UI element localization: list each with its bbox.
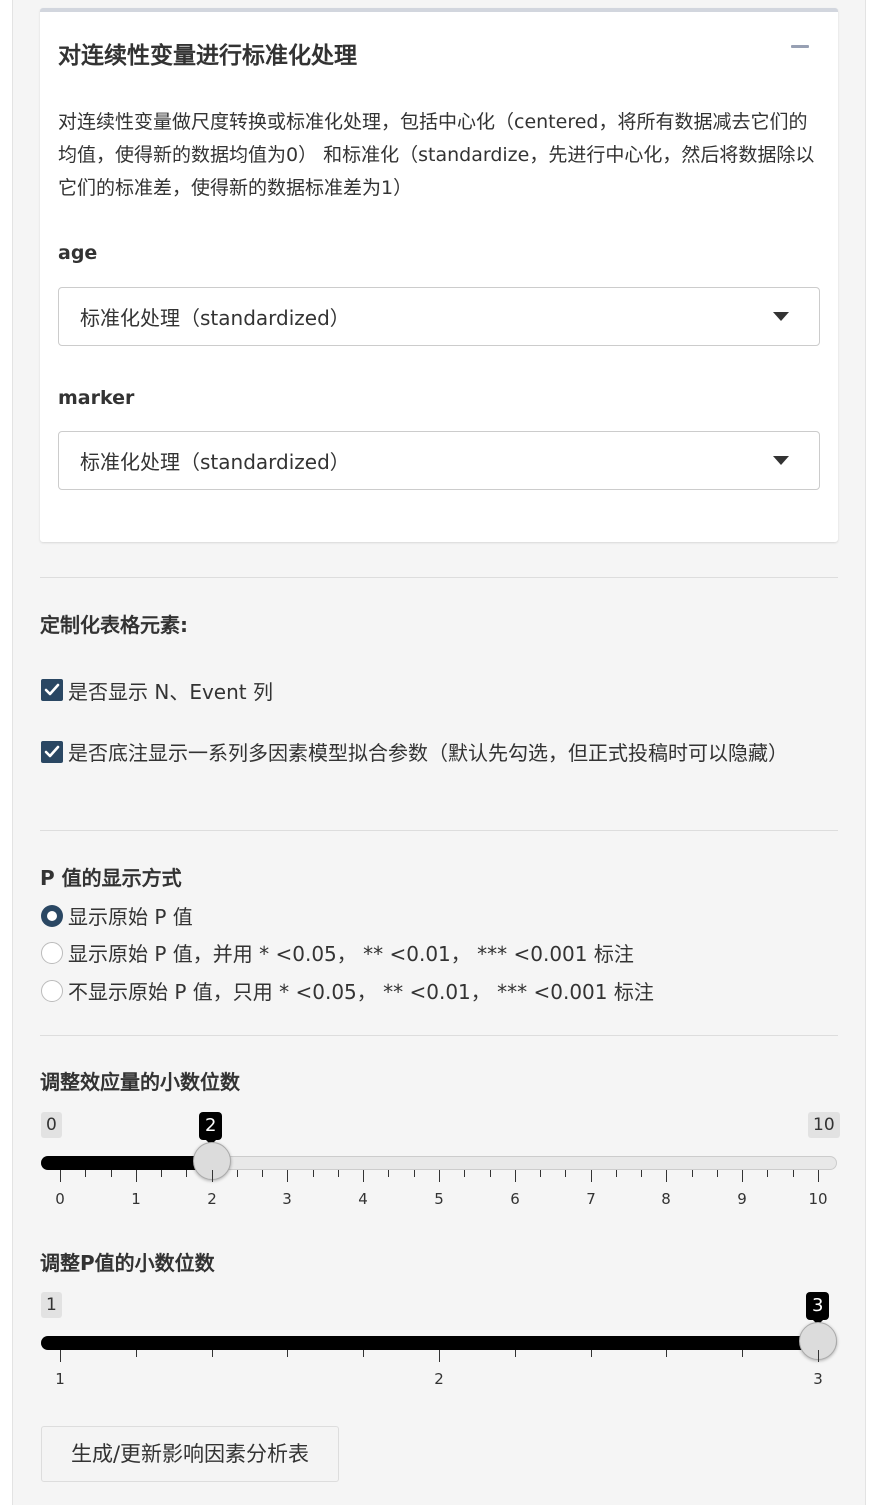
tick-label: 8	[661, 1190, 671, 1208]
p-display-title: P 值的显示方式	[40, 866, 182, 890]
tick-minor	[641, 1170, 642, 1177]
effect-slider-max: 10	[808, 1112, 840, 1138]
generate-table-button[interactable]: 生成/更新影响因素分析表	[41, 1426, 339, 1482]
effect-slider-min: 0	[41, 1112, 62, 1138]
effect-slider-fill	[41, 1156, 219, 1170]
tick-label: 0	[55, 1190, 65, 1208]
tick-label: 5	[434, 1190, 444, 1208]
p-display-option-stars-only: 不显示原始 P 值，只用 * <0.05， ** <0.01， *** <0.0…	[68, 980, 654, 1004]
tick-label: 10	[808, 1190, 828, 1208]
tick-major	[439, 1350, 440, 1362]
standardize-card: 对连续性变量进行标准化处理 对连续性变量做尺度转换或标准化处理，包括中心化（ce…	[40, 8, 838, 542]
divider	[40, 577, 838, 578]
tick-minor	[388, 1170, 389, 1177]
tick-minor	[262, 1170, 263, 1177]
tick-label: 3	[282, 1190, 292, 1208]
tick-label: 9	[737, 1190, 747, 1208]
divider	[40, 830, 838, 831]
table-elements-title: 定制化表格元素:	[40, 613, 188, 637]
tick-minor	[565, 1170, 566, 1177]
tick-minor	[287, 1350, 288, 1357]
tick-label: 1	[55, 1370, 65, 1388]
show-model-params-label: 是否底注显示一系列多因素模型拟合参数（默认先勾选，但正式投稿时可以隐藏）	[68, 741, 788, 765]
collapse-icon[interactable]	[791, 45, 809, 48]
card-description: 对连续性变量做尺度转换或标准化处理，包括中心化（centered，将所有数据减去…	[58, 111, 815, 199]
tick-minor	[515, 1350, 516, 1357]
tick-minor	[540, 1170, 541, 1177]
p-slider-value: 3	[806, 1292, 830, 1325]
tick-label: 3	[813, 1370, 823, 1388]
tick-major	[515, 1170, 516, 1182]
tick-minor	[717, 1170, 718, 1177]
tick-minor	[363, 1350, 364, 1357]
tick-minor	[767, 1170, 768, 1177]
p-display-radio-raw-stars[interactable]	[41, 942, 63, 964]
tick-label: 6	[510, 1190, 520, 1208]
age-label: age	[58, 242, 98, 264]
tick-minor	[237, 1170, 238, 1177]
p-display-radio-raw[interactable]	[41, 905, 63, 927]
tick-minor	[338, 1170, 339, 1177]
tick-major	[363, 1170, 364, 1182]
tick-major	[818, 1170, 819, 1182]
marker-select[interactable]: 标准化处理（standardized）	[58, 431, 820, 490]
marker-label: marker	[58, 387, 135, 409]
p-slider-min: 1	[41, 1292, 62, 1318]
tick-minor	[464, 1170, 465, 1177]
p-slider-fill	[41, 1336, 825, 1350]
tick-major	[136, 1170, 137, 1182]
tick-major	[591, 1170, 592, 1182]
tick-label: 2	[434, 1370, 444, 1388]
p-slider-title: 调整P值的小数位数	[40, 1251, 215, 1275]
tick-major	[818, 1350, 819, 1362]
tick-minor	[490, 1170, 491, 1177]
tick-minor	[212, 1350, 213, 1357]
tick-label: 2	[207, 1190, 217, 1208]
chevron-down-icon	[773, 456, 789, 465]
p-display-radio-stars-only[interactable]	[41, 980, 63, 1002]
check-icon	[44, 683, 60, 696]
age-select-value: 标准化处理（standardized）	[80, 306, 350, 330]
tick-label: 1	[131, 1190, 141, 1208]
marker-select-value: 标准化处理（standardized）	[80, 450, 350, 474]
tick-minor	[313, 1170, 314, 1177]
tick-major	[666, 1170, 667, 1182]
tick-minor	[85, 1170, 86, 1177]
p-display-option-raw: 显示原始 P 值	[68, 905, 193, 929]
tick-minor	[111, 1170, 112, 1177]
show-n-event-checkbox[interactable]	[41, 679, 63, 701]
tick-major	[439, 1170, 440, 1182]
tick-major	[212, 1170, 213, 1182]
chevron-down-icon	[773, 312, 789, 321]
tick-minor	[692, 1170, 693, 1177]
tick-minor	[591, 1350, 592, 1357]
tick-minor	[793, 1170, 794, 1177]
tick-major	[60, 1350, 61, 1362]
tick-minor	[186, 1170, 187, 1177]
tick-minor	[742, 1350, 743, 1357]
card-title: 对连续性变量进行标准化处理	[58, 43, 357, 69]
tick-minor	[616, 1170, 617, 1177]
tick-minor	[136, 1350, 137, 1357]
tick-label: 4	[358, 1190, 368, 1208]
p-display-option-raw-stars: 显示原始 P 值，并用 * <0.05， ** <0.01， *** <0.00…	[68, 942, 634, 966]
tick-minor	[666, 1350, 667, 1357]
tick-minor	[161, 1170, 162, 1177]
divider	[40, 1035, 838, 1036]
tick-major	[287, 1170, 288, 1182]
age-select[interactable]: 标准化处理（standardized）	[58, 287, 820, 346]
tick-minor	[414, 1170, 415, 1177]
tick-label: 7	[586, 1190, 596, 1208]
show-n-event-label: 是否显示 N、Event 列	[68, 680, 273, 704]
effect-slider-title: 调整效应量的小数位数	[40, 1070, 240, 1094]
tick-major	[60, 1170, 61, 1182]
tick-major	[742, 1170, 743, 1182]
effect-slider-value: 2	[199, 1112, 223, 1145]
